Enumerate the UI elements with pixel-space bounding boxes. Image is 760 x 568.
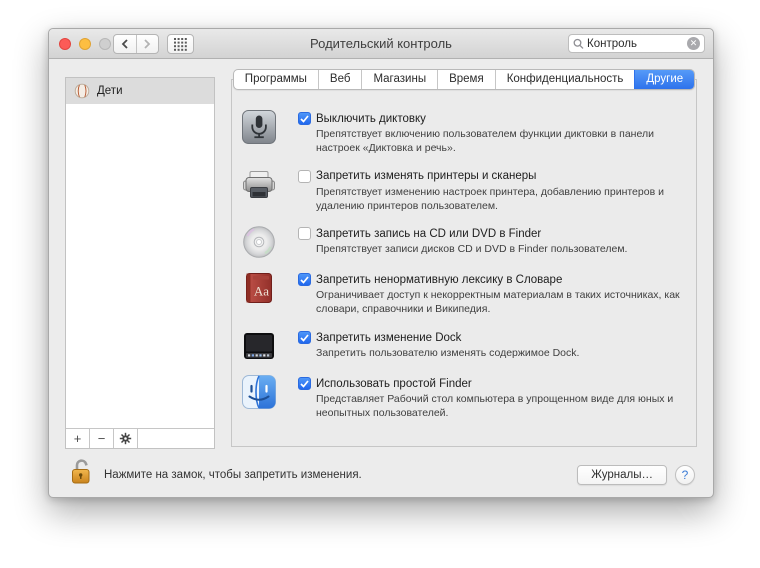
search-icon — [573, 38, 584, 49]
nav-buttons — [113, 34, 159, 54]
setting-row-burn-disc: Запретить запись на CD или DVD в Finder … — [242, 226, 682, 259]
setting-label: Выключить диктовку — [316, 112, 426, 125]
add-user-button[interactable]: + — [66, 429, 90, 448]
chevron-left-icon — [121, 39, 128, 49]
clear-search-icon[interactable]: ✕ — [687, 37, 700, 50]
remove-user-button[interactable]: − — [90, 429, 114, 448]
gear-icon — [119, 432, 132, 445]
parental-controls-window: Родительский контроль Контроль ✕ Дети + … — [48, 28, 714, 498]
burn-disc-checkbox-row[interactable]: Запретить запись на CD или DVD в Finder — [298, 227, 682, 241]
simple-finder-checkbox-row[interactable]: Использовать простой Finder — [298, 377, 682, 391]
svg-text:Aa: Aa — [254, 284, 269, 299]
search-field[interactable]: Контроль ✕ — [568, 34, 705, 53]
checkbox[interactable] — [298, 377, 311, 391]
check-icon — [300, 276, 309, 284]
user-list-footer: + − — [66, 428, 214, 448]
checkbox[interactable] — [298, 331, 311, 345]
dictionary-checkbox-row[interactable]: Запретить ненормативную лексику в Словар… — [298, 273, 682, 287]
setting-description: Ограничивает доступ к некорректным матер… — [316, 289, 680, 316]
gear-button[interactable] — [114, 429, 138, 448]
lock-icon[interactable] — [69, 457, 93, 485]
printers-checkbox-row[interactable]: Запретить изменять принтеры и сканеры — [298, 169, 682, 183]
help-button[interactable]: ? — [675, 465, 695, 485]
traffic-lights — [59, 38, 111, 50]
check-icon — [300, 114, 309, 123]
printer-icon — [243, 170, 275, 198]
window-titlebar: Родительский контроль Контроль ✕ — [49, 29, 713, 59]
tab-panel-other: Выключить диктовку Препятствует включени… — [231, 79, 697, 447]
setting-label: Запретить изменять принтеры и сканеры — [316, 170, 537, 183]
tab-privacy[interactable]: Конфиденциальность — [494, 70, 635, 89]
lock-hint-text: Нажмите на замок, чтобы запретить измене… — [104, 469, 362, 481]
chevron-right-icon — [144, 39, 151, 49]
dictation-checkbox-row[interactable]: Выключить диктовку — [298, 112, 682, 125]
dictionary-icon: Aa — [246, 273, 272, 304]
setting-row-printers: Запретить изменять принтеры и сканеры Пр… — [242, 169, 682, 214]
baseball-icon — [74, 83, 90, 99]
finder-icon — [242, 375, 276, 410]
logs-button[interactable]: Журналы… — [577, 465, 667, 485]
tab-time[interactable]: Время — [437, 70, 495, 89]
sidebar-item-children[interactable]: Дети — [66, 78, 214, 104]
setting-label: Запретить изменение Dock — [316, 331, 462, 344]
tab-web[interactable]: Веб — [317, 70, 362, 89]
checkbox[interactable] — [298, 112, 311, 125]
setting-row-dictionary: Aa Запретить ненормативную лексику в Сло… — [242, 273, 682, 317]
setting-label: Запретить ненормативную лексику в Словар… — [316, 273, 563, 286]
tab-other[interactable]: Другие — [634, 70, 695, 89]
check-icon — [300, 380, 309, 388]
tab-segments: Программы Веб Магазины Время Конфиденциа… — [232, 69, 696, 90]
sidebar-item-label: Дети — [97, 85, 123, 97]
setting-label: Запретить запись на CD или DVD в Finder — [316, 227, 542, 240]
minimize-button[interactable] — [79, 38, 91, 50]
dock-checkbox-row[interactable]: Запретить изменение Dock — [298, 331, 682, 345]
check-icon — [300, 334, 309, 342]
setting-description: Представляет Рабочий стол компьютера в у… — [316, 393, 674, 420]
tab-bar: Программы Веб Магазины Время Конфиденциа… — [231, 69, 697, 90]
tab-programs[interactable]: Программы — [234, 70, 318, 89]
tab-stores[interactable]: Магазины — [361, 70, 437, 89]
desktop-background: Родительский контроль Контроль ✕ Дети + … — [0, 0, 760, 568]
cd-icon — [243, 226, 275, 259]
window-title: Родительский контроль — [310, 36, 452, 51]
microphone-icon — [242, 110, 276, 144]
setting-row-dock: Запретить изменение Dock Запретить польз… — [242, 331, 682, 363]
grid-icon — [174, 37, 187, 51]
back-button[interactable] — [114, 35, 137, 53]
setting-description: Препятствует включению пользователем фун… — [316, 128, 654, 154]
zoom-button — [99, 38, 111, 50]
forward-button[interactable] — [137, 35, 159, 53]
checkbox[interactable] — [298, 227, 311, 241]
checkbox[interactable] — [298, 273, 311, 287]
user-list: Дети + − — [65, 77, 215, 449]
setting-description: Препятствует записи дисков CD и DVD в Fi… — [316, 243, 628, 256]
setting-label: Использовать простой Finder — [316, 377, 472, 390]
setting-description: Запретить пользователю изменять содержим… — [316, 347, 580, 360]
user-list-items: Дети — [66, 78, 214, 428]
show-all-button[interactable] — [167, 34, 194, 54]
close-button[interactable] — [59, 38, 71, 50]
setting-row-simple-finder: Использовать простой Finder Представляет… — [242, 375, 682, 421]
setting-row-dictation: Выключить диктовку Препятствует включени… — [242, 110, 682, 156]
setting-description: Препятствует изменению настроек принтера… — [316, 185, 664, 212]
dock-icon — [244, 333, 274, 360]
search-input[interactable]: Контроль — [587, 38, 684, 50]
checkbox[interactable] — [298, 169, 311, 183]
